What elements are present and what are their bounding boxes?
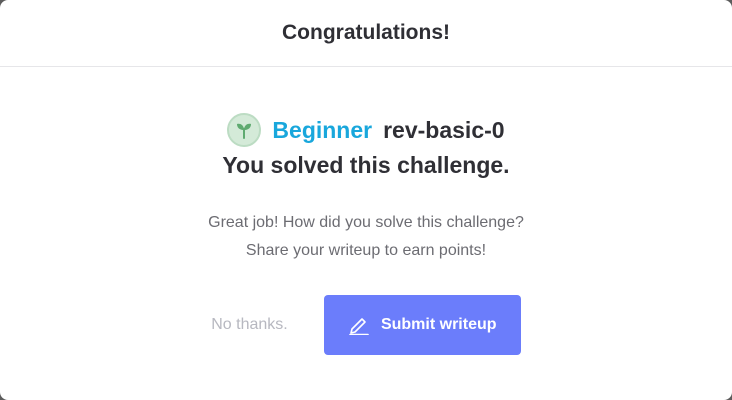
prompt-line-2: Share your writeup to earn points!: [245, 242, 487, 259]
solved-message: You solved this challenge.: [222, 152, 510, 178]
modal-title: Congratulations!: [282, 21, 450, 44]
modal-actions: No thanks. Submit writeup: [211, 295, 521, 355]
submit-writeup-button[interactable]: Submit writeup: [323, 295, 521, 355]
modal-body: Beginner rev-basic-0 You solved this cha…: [0, 67, 732, 355]
congratulations-modal: Congratulations! Beginner rev-basic-0 Yo…: [0, 0, 732, 400]
modal-header: Congratulations!: [0, 0, 732, 67]
pencil-icon: [348, 315, 370, 335]
challenge-name: rev-basic-0: [383, 116, 505, 143]
submit-writeup-label: Submit writeup: [380, 316, 497, 333]
challenge-info: Beginner rev-basic-0: [227, 112, 505, 148]
prompt-line-1: Great job! How did you solve this challe…: [208, 214, 524, 231]
level-label: Beginner: [272, 116, 373, 143]
writeup-prompt: Great job! How did you solve this challe…: [208, 209, 524, 265]
seedling-icon: [227, 113, 262, 147]
no-thanks-link[interactable]: No thanks.: [211, 316, 287, 334]
